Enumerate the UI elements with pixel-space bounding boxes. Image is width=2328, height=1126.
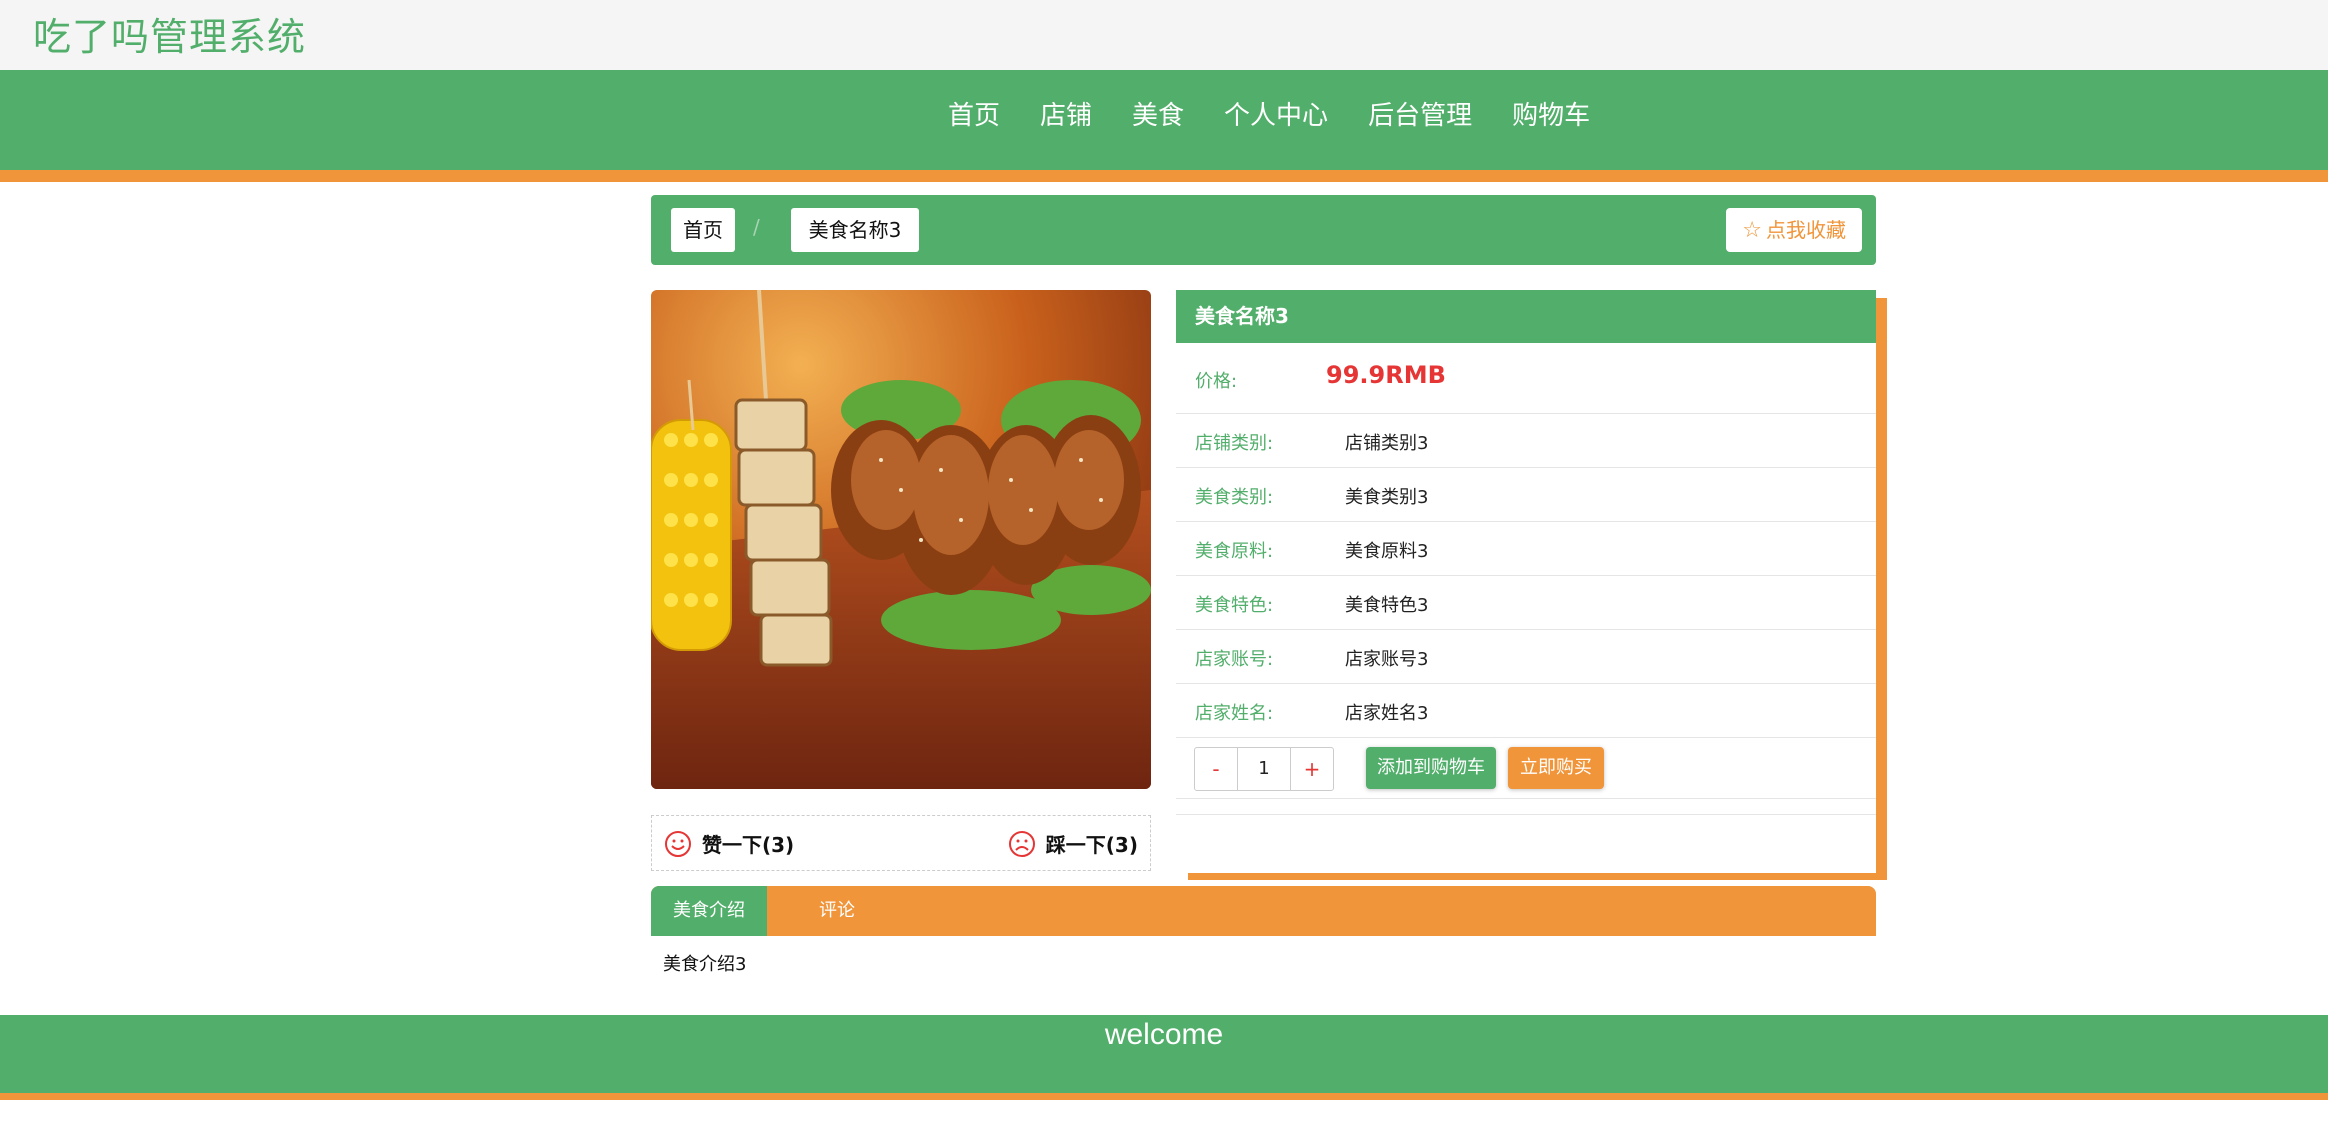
food-detail-panel: 美食名称3 价格: 99.9RMB 店铺类别: 店铺类别3 美食类别: 美食类别… (1176, 290, 1876, 873)
nav-menu: 首页 店铺 美食 个人中心 后台管理 购物车 (948, 95, 1590, 132)
field-label: 店家姓名: (1195, 703, 1274, 724)
divider (1176, 799, 1876, 815)
info-row-food-category: 美食类别: 美食类别3 (1176, 468, 1876, 522)
like-label: 赞一下(3) (702, 833, 795, 857)
food-photo (651, 290, 1151, 789)
food-image (651, 290, 1151, 789)
top-header: 吃了吗管理系统 (0, 0, 2328, 70)
favorite-label: 点我收藏 (1766, 218, 1846, 242)
field-label: 店家账号: (1195, 649, 1274, 670)
breadcrumb: 首页 / 美食名称3 ☆ 点我收藏 (651, 195, 1876, 265)
site-title: 吃了吗管理系统 (33, 15, 307, 59)
tab-bar: 美食介绍 评论 (651, 886, 1876, 936)
nav-accent-stripe (0, 170, 2328, 182)
quantity-increment-button[interactable]: + (1291, 748, 1333, 790)
field-value: 美食类别3 (1345, 487, 1429, 508)
quantity-decrement-button[interactable]: - (1195, 748, 1237, 790)
nav-item-personal-center[interactable]: 个人中心 (1224, 95, 1328, 132)
field-value: 店家姓名3 (1345, 703, 1429, 724)
dislike-label: 踩一下(3) (1045, 833, 1138, 857)
field-value: 店铺类别3 (1345, 433, 1429, 454)
price-row: 价格: 99.9RMB (1176, 343, 1876, 414)
field-label: 美食类别: (1195, 487, 1274, 508)
purchase-actions: - 1 + 添加到购物车 立即购买 (1176, 738, 1876, 799)
vote-box: 赞一下(3) 踩一下(3) (651, 815, 1151, 871)
breadcrumb-separator: / (753, 215, 760, 239)
footer-text: welcome (1104, 1018, 1224, 1051)
tab-content: 美食介绍3 (663, 954, 747, 975)
like-button[interactable]: 赞一下(3) (664, 829, 794, 858)
field-label: 美食原料: (1195, 541, 1274, 562)
quantity-stepper: - 1 + (1194, 747, 1334, 791)
info-row-merchant-account: 店家账号: 店家账号3 (1176, 630, 1876, 684)
nav-item-food[interactable]: 美食 (1132, 95, 1184, 132)
frown-icon (1008, 830, 1035, 857)
price-value: 99.9RMB (1326, 361, 1446, 389)
field-label: 店铺类别: (1195, 433, 1274, 454)
field-label: 美食特色: (1195, 595, 1274, 616)
favorite-button[interactable]: ☆ 点我收藏 (1726, 208, 1862, 252)
smile-icon (665, 830, 691, 857)
tab-food-intro[interactable]: 美食介绍 (651, 886, 767, 936)
tab-comments[interactable]: 评论 (787, 886, 887, 936)
info-row-ingredients: 美食原料: 美食原料3 (1176, 522, 1876, 576)
nav-item-admin[interactable]: 后台管理 (1368, 95, 1472, 132)
star-icon: ☆ (1742, 218, 1762, 243)
info-row-merchant-name: 店家姓名: 店家姓名3 (1176, 684, 1876, 738)
info-row-shop-category: 店铺类别: 店铺类别3 (1176, 414, 1876, 468)
info-row-features: 美食特色: 美食特色3 (1176, 576, 1876, 630)
field-value: 美食原料3 (1345, 541, 1429, 562)
footer-accent-stripe (0, 1093, 2328, 1100)
price-label: 价格: (1195, 371, 1238, 392)
buy-now-button[interactable]: 立即购买 (1508, 747, 1604, 789)
field-value: 美食特色3 (1345, 595, 1429, 616)
nav-item-shops[interactable]: 店铺 (1040, 95, 1092, 132)
dislike-button[interactable]: 踩一下(3) (1008, 829, 1138, 858)
breadcrumb-current: 美食名称3 (791, 208, 919, 252)
nav-item-home[interactable]: 首页 (948, 95, 1000, 132)
food-name: 美食名称3 (1176, 290, 1876, 343)
breadcrumb-home[interactable]: 首页 (671, 208, 735, 252)
add-to-cart-button[interactable]: 添加到购物车 (1366, 747, 1496, 789)
quantity-input[interactable]: 1 (1237, 748, 1291, 790)
nav-item-cart[interactable]: 购物车 (1512, 95, 1590, 132)
field-value: 店家账号3 (1345, 649, 1429, 670)
